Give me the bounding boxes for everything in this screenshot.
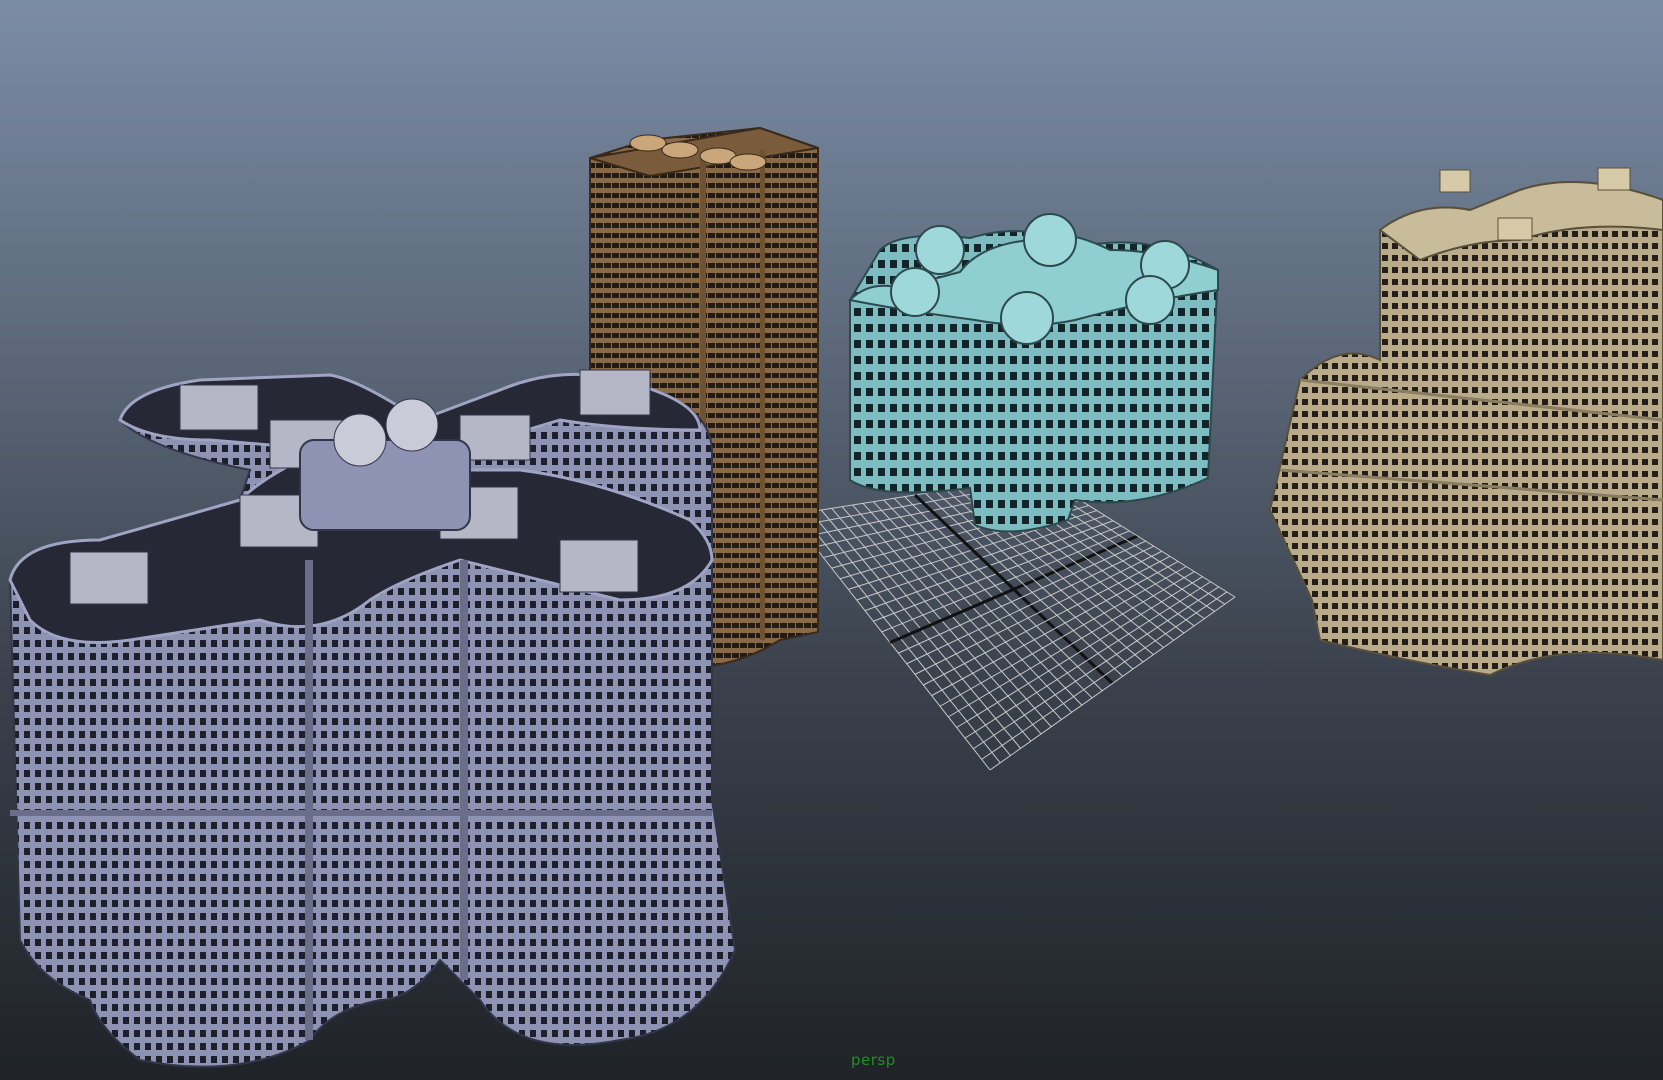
camera-name-label: persp xyxy=(851,1051,896,1069)
grid-line xyxy=(964,581,1211,739)
grid-line xyxy=(948,571,1195,718)
grid-line xyxy=(989,596,1236,771)
cyan-star-shaped-building[interactable] xyxy=(847,213,1220,533)
scene-canvas[interactable] xyxy=(0,0,1663,1080)
grid-line xyxy=(973,586,1220,750)
beige-stepped-building[interactable] xyxy=(1268,167,1663,677)
perspective-viewport[interactable]: persp xyxy=(0,0,1663,1080)
